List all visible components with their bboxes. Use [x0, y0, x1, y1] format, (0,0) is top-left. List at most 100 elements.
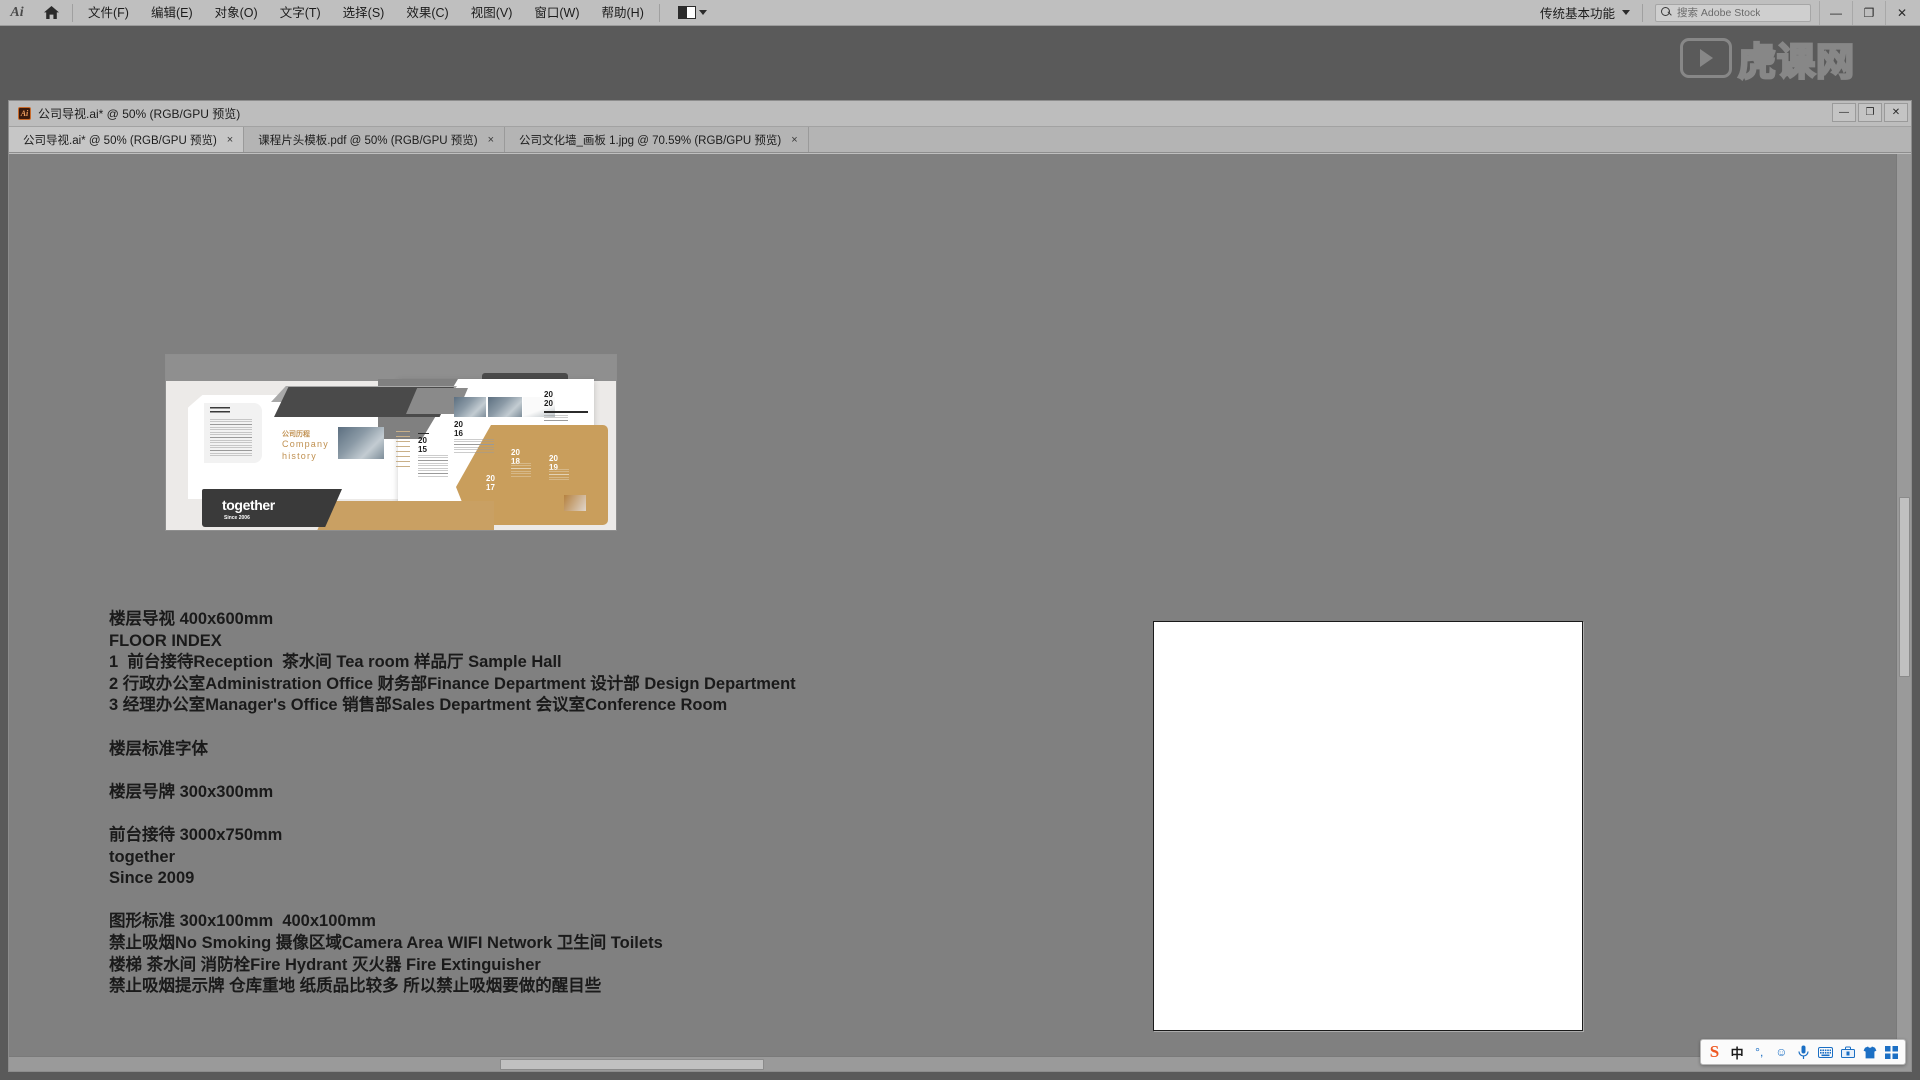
grid-glyph: [1885, 1045, 1899, 1059]
artwork-title-cn: 公司历程: [282, 431, 310, 438]
artwork-rule-2020: [544, 411, 588, 413]
artboard-text-object[interactable]: 楼层导视 400x600mm FLOOR INDEX 1 前台接待Recepti…: [109, 609, 1049, 998]
artwork-photo-1: [454, 397, 486, 417]
doc-close-button[interactable]: ✕: [1884, 103, 1908, 122]
menu-view[interactable]: 视图(V): [460, 0, 524, 26]
microphone-glyph: [1798, 1045, 1809, 1059]
canvas-area[interactable]: together Since 2006 公司历程 Company history: [9, 154, 1911, 1071]
ime-language-mode[interactable]: 中: [1727, 1042, 1747, 1063]
ai-document-icon: Ai: [18, 107, 31, 120]
artwork-middle-lines: [396, 431, 410, 467]
menubar-divider-3: [1642, 3, 1643, 22]
arrange-glyph: [677, 6, 696, 19]
punctuation-icon[interactable]: °,: [1749, 1042, 1769, 1063]
artwork-year-2015-lines: [418, 455, 448, 477]
tab-gongsiwenhuaqiang[interactable]: 公司文化墙_画板 1.jpg @ 70.59% (RGB/GPU 预览) ×: [505, 127, 809, 152]
artboard-blank-2[interactable]: [1153, 621, 1583, 1031]
close-icon[interactable]: ×: [227, 134, 233, 146]
app-maximize-button[interactable]: ❐: [1852, 0, 1885, 25]
artwork-year-2019-lines: [549, 469, 569, 481]
app-minimize-button[interactable]: —: [1819, 0, 1852, 25]
workspace-label: 传统基本功能: [1539, 7, 1615, 21]
document-window: Ai 公司导视.ai* @ 50% (RGB/GPU 预览) — ❐ ✕ 公司导…: [8, 100, 1912, 1072]
artwork-year-2017: 20 17: [486, 474, 495, 492]
artwork-gold-bottom-shape: [316, 501, 494, 530]
more-icon[interactable]: [1882, 1042, 1902, 1063]
home-icon[interactable]: [34, 0, 68, 26]
close-icon[interactable]: ×: [791, 134, 797, 146]
artwork-brand-text: together: [222, 497, 275, 513]
menu-edit[interactable]: 编辑(E): [140, 0, 204, 26]
artwork-year-2020: 20 20: [544, 390, 553, 408]
illustrator-logo-icon: Ai: [10, 4, 24, 20]
artwork-rule-2015: [418, 433, 429, 434]
sogou-logo-icon[interactable]: S: [1704, 1042, 1725, 1062]
artwork-year-2020-lines: [544, 415, 568, 422]
artwork-since-text: Since 2006: [224, 515, 250, 521]
skin-icon[interactable]: [1860, 1042, 1880, 1063]
voice-input-icon[interactable]: [1793, 1042, 1813, 1063]
document-tab-bar: 公司导视.ai* @ 50% (RGB/GPU 预览) × 课程片头模板.pdf…: [9, 127, 1911, 153]
watermark-text: 虎课网: [1737, 38, 1856, 85]
ime-toolbar: S 中 °, ☺: [1700, 1039, 1906, 1065]
tab-label: 公司文化墙_画板 1.jpg @ 70.59% (RGB/GPU 预览): [519, 134, 782, 147]
menu-file[interactable]: 文件(F): [77, 0, 140, 26]
tab-gongsidaoshi[interactable]: 公司导视.ai* @ 50% (RGB/GPU 预览) ×: [9, 127, 245, 152]
search-input[interactable]: 搜索 Adobe Stock: [1655, 3, 1811, 22]
tab-kechengpiantou[interactable]: 课程片头模板.pdf @ 50% (RGB/GPU 预览) ×: [244, 127, 506, 152]
menubar-right-group: 传统基本功能 搜索 Adobe Stock — ❐ ✕: [1532, 0, 1920, 26]
menu-effect[interactable]: 效果(C): [395, 0, 459, 26]
search-placeholder: 搜索 Adobe Stock: [1677, 7, 1761, 19]
tab-label: 公司导视.ai* @ 50% (RGB/GPU 预览): [23, 134, 217, 147]
arrange-documents-icon[interactable]: [672, 3, 713, 23]
toolbox-icon[interactable]: [1838, 1042, 1858, 1063]
menu-object[interactable]: 对象(O): [204, 0, 269, 26]
menu-divider: [72, 3, 73, 22]
workspace-switcher[interactable]: 传统基本功能: [1532, 2, 1638, 24]
artboard-main[interactable]: together Since 2006 公司历程 Company history: [9, 154, 1069, 1056]
app-menu-bar: Ai 文件(F) 编辑(E) 对象(O) 文字(T) 选择(S) 效果(C) 视…: [0, 0, 1920, 26]
chevron-down-icon: [698, 10, 707, 15]
document-title: 公司导视.ai* @ 50% (RGB/GPU 预览): [38, 107, 241, 121]
menu-type[interactable]: 文字(T): [269, 0, 332, 26]
canvas-viewport: together Since 2006 公司历程 Company history: [9, 154, 1896, 1056]
vertical-scroll-thumb[interactable]: [1899, 496, 1910, 678]
document-titlebar: Ai 公司导视.ai* @ 50% (RGB/GPU 预览) — ❐ ✕: [9, 101, 1911, 127]
search-icon: [1661, 7, 1672, 18]
soft-keyboard-icon[interactable]: [1816, 1042, 1836, 1063]
artwork-photo-handshake: [338, 427, 384, 459]
artwork-photo-4: [564, 495, 586, 511]
home-glyph: [43, 6, 59, 19]
document-window-controls: — ❐ ✕: [1830, 103, 1908, 124]
keyboard-glyph: [1818, 1046, 1834, 1058]
doc-minimize-button[interactable]: —: [1832, 103, 1856, 122]
menu-window[interactable]: 窗口(W): [523, 0, 590, 26]
artwork-year-2015: 20 15: [418, 436, 427, 454]
watermark: 虎课网: [1680, 31, 1908, 85]
horizontal-scroll-thumb[interactable]: [499, 1059, 764, 1070]
artwork-year-2016-lines: [454, 439, 494, 453]
doc-restore-button[interactable]: ❐: [1858, 103, 1882, 122]
canvas-vertical-scrollbar[interactable]: [1896, 154, 1911, 1056]
tshirt-glyph: [1863, 1046, 1877, 1058]
app-body: 虎课网 Ai 公司导视.ai* @ 50% (RGB/GPU 预览) — ❐ ✕…: [0, 26, 1920, 1080]
menu-divider-2: [658, 3, 660, 22]
artwork-title-en-line2: history: [282, 451, 317, 461]
emoji-icon[interactable]: ☺: [1771, 1042, 1791, 1063]
artwork-year-2016: 20 16: [454, 420, 463, 438]
chevron-down-icon: [1622, 10, 1630, 15]
artwork-intro-body-lines: [210, 419, 252, 457]
artwork-year-2018-lines: [511, 463, 531, 477]
toolbox-glyph: [1840, 1046, 1855, 1058]
placed-artwork-company-history-wall[interactable]: together Since 2006 公司历程 Company history: [165, 354, 617, 531]
play-logo-icon: [1680, 38, 1732, 78]
canvas-horizontal-scrollbar[interactable]: [9, 1056, 1896, 1071]
artwork-photo-2: [488, 397, 522, 417]
app-close-button[interactable]: ✕: [1885, 0, 1918, 25]
tab-label: 课程片头模板.pdf @ 50% (RGB/GPU 预览): [258, 134, 478, 147]
artwork-title-en-line1: Company: [282, 439, 329, 449]
menu-help[interactable]: 帮助(H): [591, 0, 655, 26]
artwork-intro-heading-lines: [210, 407, 230, 414]
menu-select[interactable]: 选择(S): [332, 0, 396, 26]
close-icon[interactable]: ×: [488, 134, 494, 146]
